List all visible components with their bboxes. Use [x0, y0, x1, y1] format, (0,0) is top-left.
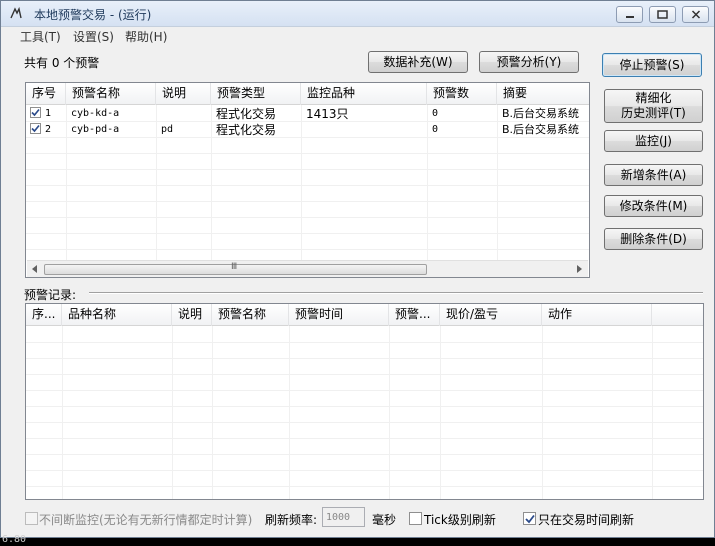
tick-refresh-label: Tick级别刷新 [424, 513, 496, 527]
maximize-icon [657, 10, 668, 19]
tick-refresh-checkbox[interactable] [409, 512, 422, 525]
rec-col-alert[interactable]: 预警... [389, 304, 440, 326]
scroll-left-icon[interactable] [32, 265, 38, 273]
close-icon [691, 10, 700, 19]
row-name: cyb-pd-a [71, 124, 120, 135]
refresh-rate-label: 刷新频率: [265, 513, 318, 527]
rec-col-desc[interactable]: 说明 [172, 304, 212, 326]
check-icon [31, 108, 40, 116]
row-name: cyb-kd-a [71, 108, 120, 119]
row-checkbox[interactable] [30, 106, 41, 118]
col-count[interactable]: 预警数 [427, 83, 497, 105]
rec-col-time[interactable]: 预警时间 [289, 304, 389, 326]
col-desc[interactable]: 说明 [156, 83, 211, 105]
col-summary[interactable]: 摘要 [497, 83, 589, 105]
delete-condition-button[interactable]: 删除条件(D) [604, 228, 703, 250]
alert-count-text: 共有 0 个预警 [24, 56, 100, 70]
row-count: 0 [432, 108, 439, 119]
check-icon [524, 514, 535, 523]
alert-table[interactable]: 序号 预警名称 说明 预警类型 监控品种 预警数 摘要 1 cyb-kd-a 程… [25, 82, 590, 278]
row-index-cell: 2 [26, 122, 66, 138]
rec-col-action[interactable]: 动作 [542, 304, 652, 326]
rec-col-index[interactable]: 序... [26, 304, 62, 326]
col-index[interactable]: 序号 [26, 83, 66, 105]
rec-col-name[interactable]: 预警名称 [212, 304, 289, 326]
data-fill-button[interactable]: 数据补充(W) [368, 51, 468, 73]
add-condition-button[interactable]: 新增条件(A) [604, 164, 703, 186]
menu-settings[interactable]: 设置(S) [73, 28, 114, 45]
record-label: 预警记录: [24, 288, 77, 302]
horizontal-scrollbar[interactable]: Ⅲ [27, 260, 588, 277]
row-type: 程式化交易 [216, 107, 277, 121]
col-type[interactable]: 预警类型 [211, 83, 301, 105]
row-desc: pd [161, 124, 174, 135]
trade-time-label: 只在交易时间刷新 [538, 513, 635, 527]
scroll-grip-icon: Ⅲ [231, 262, 238, 272]
row-index-cell: 1 [26, 106, 66, 122]
maximize-button[interactable] [649, 6, 676, 23]
stop-alert-button[interactable]: 停止预警(S) [602, 53, 702, 77]
backtest-button[interactable]: 精细化 历史测评(T) [604, 89, 703, 123]
close-button[interactable] [682, 6, 709, 23]
record-table-header: 序... 品种名称 说明 预警名称 预警时间 预警... 现价/盈亏 动作 [26, 304, 703, 326]
alert-analysis-button[interactable]: 预警分析(Y) [479, 51, 579, 73]
minimize-button[interactable] [616, 6, 643, 23]
trade-time-checkbox[interactable] [523, 512, 536, 525]
rec-col-price[interactable]: 现价/盈亏 [440, 304, 542, 326]
backtest-label-line2: 历史测评(T) [621, 106, 686, 120]
rec-col-instrument[interactable]: 品种名称 [62, 304, 172, 326]
refresh-rate-input[interactable] [322, 507, 365, 527]
row-index: 1 [45, 108, 52, 119]
main-window: 本地预警交易 - (运行) 工具(T) 设置(S) 帮助(H) 共有 0 个预警… [0, 0, 715, 538]
window-title: 本地预警交易 - (运行) [34, 8, 152, 22]
minimize-icon [625, 15, 634, 18]
scroll-thumb[interactable]: Ⅲ [44, 262, 427, 275]
background-strip: 6.80 [0, 534, 715, 546]
row-count: 0 [432, 124, 439, 135]
backtest-label-line1: 精细化 [635, 91, 672, 105]
menu-help[interactable]: 帮助(H) [125, 28, 167, 45]
background-value: 6.80 [2, 534, 27, 545]
record-separator [89, 292, 703, 294]
row-instrument: 1413只 [306, 107, 349, 121]
continuous-monitor-label: 不间断监控(无论有无新行情都定时计算) [39, 513, 253, 527]
app-icon [10, 6, 22, 19]
row-type: 程式化交易 [216, 123, 277, 137]
row-summary: B.后台交易系统 [502, 107, 580, 120]
menu-tools[interactable]: 工具(T) [20, 28, 61, 45]
row-index: 2 [45, 124, 52, 135]
record-table[interactable]: 序... 品种名称 说明 预警名称 预警时间 预警... 现价/盈亏 动作 [25, 303, 704, 500]
col-name[interactable]: 预警名称 [66, 83, 156, 105]
col-instrument[interactable]: 监控品种 [301, 83, 427, 105]
check-icon [31, 124, 40, 132]
row-summary: B.后台交易系统 [502, 123, 580, 136]
row-instrument [301, 122, 427, 138]
refresh-unit-label: 毫秒 [372, 513, 397, 527]
monitor-button[interactable]: 监控(J) [604, 130, 703, 152]
row-desc [156, 106, 211, 122]
menu-bar: 工具(T) 设置(S) 帮助(H) [1, 27, 714, 45]
row-checkbox[interactable] [30, 122, 41, 134]
alert-table-header: 序号 预警名称 说明 预警类型 监控品种 预警数 摘要 [26, 83, 589, 105]
table-row[interactable]: 2 cyb-pd-a pd 程式化交易 0 B.后台交易系统 [26, 122, 589, 138]
modify-condition-button[interactable]: 修改条件(M) [604, 195, 703, 217]
table-row[interactable]: 1 cyb-kd-a 程式化交易 1413只 0 B.后台交易系统 [26, 106, 589, 122]
title-bar[interactable]: 本地预警交易 - (运行) [1, 1, 714, 27]
scroll-right-icon[interactable] [576, 265, 582, 273]
continuous-monitor-checkbox[interactable] [25, 512, 38, 525]
